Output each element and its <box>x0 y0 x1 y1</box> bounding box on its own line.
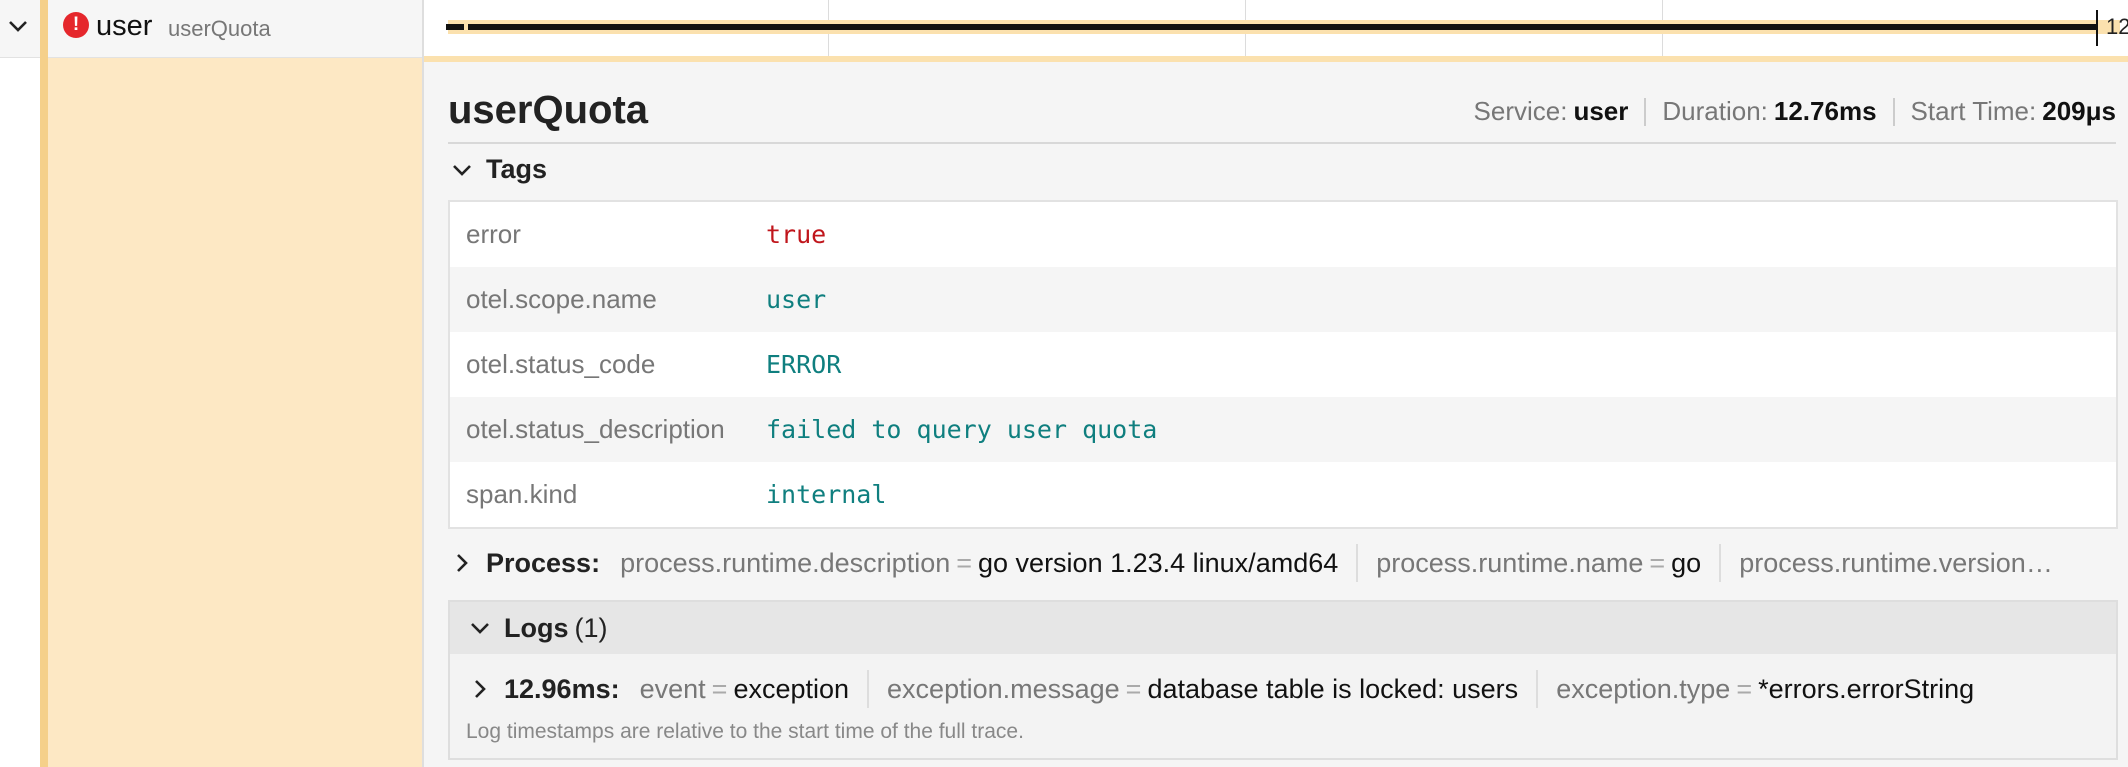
span-detail-gutter <box>48 58 422 767</box>
log-field-value: *errors.errorString <box>1758 673 1975 704</box>
logs-section-toggle[interactable]: Logs (1) <box>450 602 2116 654</box>
span-duration-label: 12 <box>2106 14 2128 39</box>
chevron-down-icon <box>448 156 476 184</box>
span-log-marker[interactable] <box>464 20 468 34</box>
equals-sign: = <box>956 547 973 578</box>
span-depth-indicator <box>40 0 48 767</box>
equals-sign: = <box>1736 673 1753 704</box>
tag-row[interactable]: otel.status_code ERROR <box>450 332 2116 397</box>
tag-key: error <box>466 219 521 249</box>
chevron-right-icon <box>466 675 494 703</box>
span-service-name[interactable]: user <box>96 10 152 43</box>
process-field: process.runtime.description = go version… <box>620 548 1338 579</box>
process-field-key: process.runtime.description <box>620 547 951 578</box>
equals-sign: = <box>711 673 728 704</box>
tag-value: true <box>766 220 827 249</box>
equals-sign: = <box>1125 673 1142 704</box>
tag-row[interactable]: error true <box>450 202 2116 267</box>
log-field-key: exception.type <box>1556 673 1731 704</box>
meta-duration-value: 12.76ms <box>1773 96 1877 126</box>
process-field-key: process.runtime.name <box>1376 547 1644 578</box>
log-field-value: exception <box>733 673 850 704</box>
tag-key: otel.status_description <box>466 414 725 444</box>
field-divider <box>1356 544 1359 582</box>
span-row-header[interactable]: ! user userQuota <box>0 0 422 58</box>
span-operation-name[interactable]: userQuota <box>168 16 271 42</box>
log-timestamp-note: Log timestamps are relative to the start… <box>466 720 1024 743</box>
meta-divider <box>1892 97 1895 126</box>
span-name-column: ! user userQuota <box>0 0 422 767</box>
log-field-key: event <box>639 673 706 704</box>
process-field-value: go version 1.23.4 linux/amd64 <box>978 547 1339 578</box>
process-label: Process: <box>486 547 601 578</box>
tags-section-label: Tags <box>486 154 548 184</box>
tag-row[interactable]: otel.scope.name user <box>450 267 2116 332</box>
span-meta: Service: user Duration: 12.76ms Start Ti… <box>1474 96 2116 127</box>
log-field: exception.type = *errors.errorString <box>1556 674 1974 705</box>
process-field-value: go <box>1671 547 1702 578</box>
error-icon: ! <box>63 12 89 38</box>
logs-label: Logs <box>504 612 569 643</box>
span-end-marker <box>2096 10 2098 46</box>
tag-row[interactable]: otel.status_description failed to query … <box>450 397 2116 462</box>
logs-count: (1) <box>574 612 608 643</box>
log-field: event = exception <box>640 674 849 705</box>
span-duration-bar[interactable] <box>446 24 2096 30</box>
meta-service-label: Service: <box>1473 96 1568 126</box>
meta-start-label: Start Time: <box>1910 96 2037 126</box>
tag-value: internal <box>766 480 887 509</box>
meta-start-time: Start Time: 209μs <box>1911 96 2116 127</box>
process-field: process.runtime.version… <box>1739 548 2053 579</box>
process-section[interactable]: Process: process.runtime.description = g… <box>448 544 2118 582</box>
field-divider <box>1536 670 1539 708</box>
process-field: process.runtime.name = go <box>1376 548 1701 579</box>
tag-value: user <box>766 285 827 314</box>
log-field-value: database table is locked: users <box>1147 673 1519 704</box>
chevron-down-icon[interactable] <box>4 12 32 40</box>
process-field-key: process.runtime.version… <box>1739 547 2053 578</box>
tag-key: otel.scope.name <box>466 284 657 314</box>
tags-table: error true otel.scope.name user otel.sta… <box>448 200 2118 529</box>
logs-section: Logs (1) 12.96ms: event = exception exce… <box>448 600 2118 760</box>
span-detail-title: userQuota <box>448 88 649 132</box>
meta-start-value: 209μs <box>2042 96 2116 126</box>
meta-divider <box>1644 97 1647 126</box>
span-detail-panel: userQuota Service: user Duration: 12.76m… <box>424 62 2128 767</box>
field-divider <box>1719 544 1722 582</box>
equals-sign: = <box>1649 547 1666 578</box>
tags-section-toggle[interactable]: Tags <box>448 154 547 185</box>
span-timeline[interactable]: 12 <box>424 0 2128 58</box>
tag-value: ERROR <box>766 350 842 379</box>
meta-duration-label: Duration: <box>1662 96 1768 126</box>
chevron-right-icon <box>448 549 476 577</box>
tag-key: span.kind <box>466 479 578 509</box>
chevron-down-icon <box>466 614 494 642</box>
title-divider <box>448 142 2116 144</box>
tag-row[interactable]: span.kind internal <box>450 462 2116 527</box>
log-field: exception.message = database table is lo… <box>887 674 1518 705</box>
field-divider <box>867 670 870 708</box>
meta-service-value: user <box>1573 96 1629 126</box>
meta-duration: Duration: 12.76ms <box>1662 96 1876 127</box>
log-field-key: exception.message <box>887 673 1120 704</box>
tag-value: failed to query user quota <box>766 415 1158 444</box>
tag-key: otel.status_code <box>466 349 656 379</box>
meta-service: Service: user <box>1474 96 1629 127</box>
log-timestamp: 12.96ms: <box>504 673 620 704</box>
log-entry[interactable]: 12.96ms: event = exception exception.mes… <box>466 670 2106 708</box>
